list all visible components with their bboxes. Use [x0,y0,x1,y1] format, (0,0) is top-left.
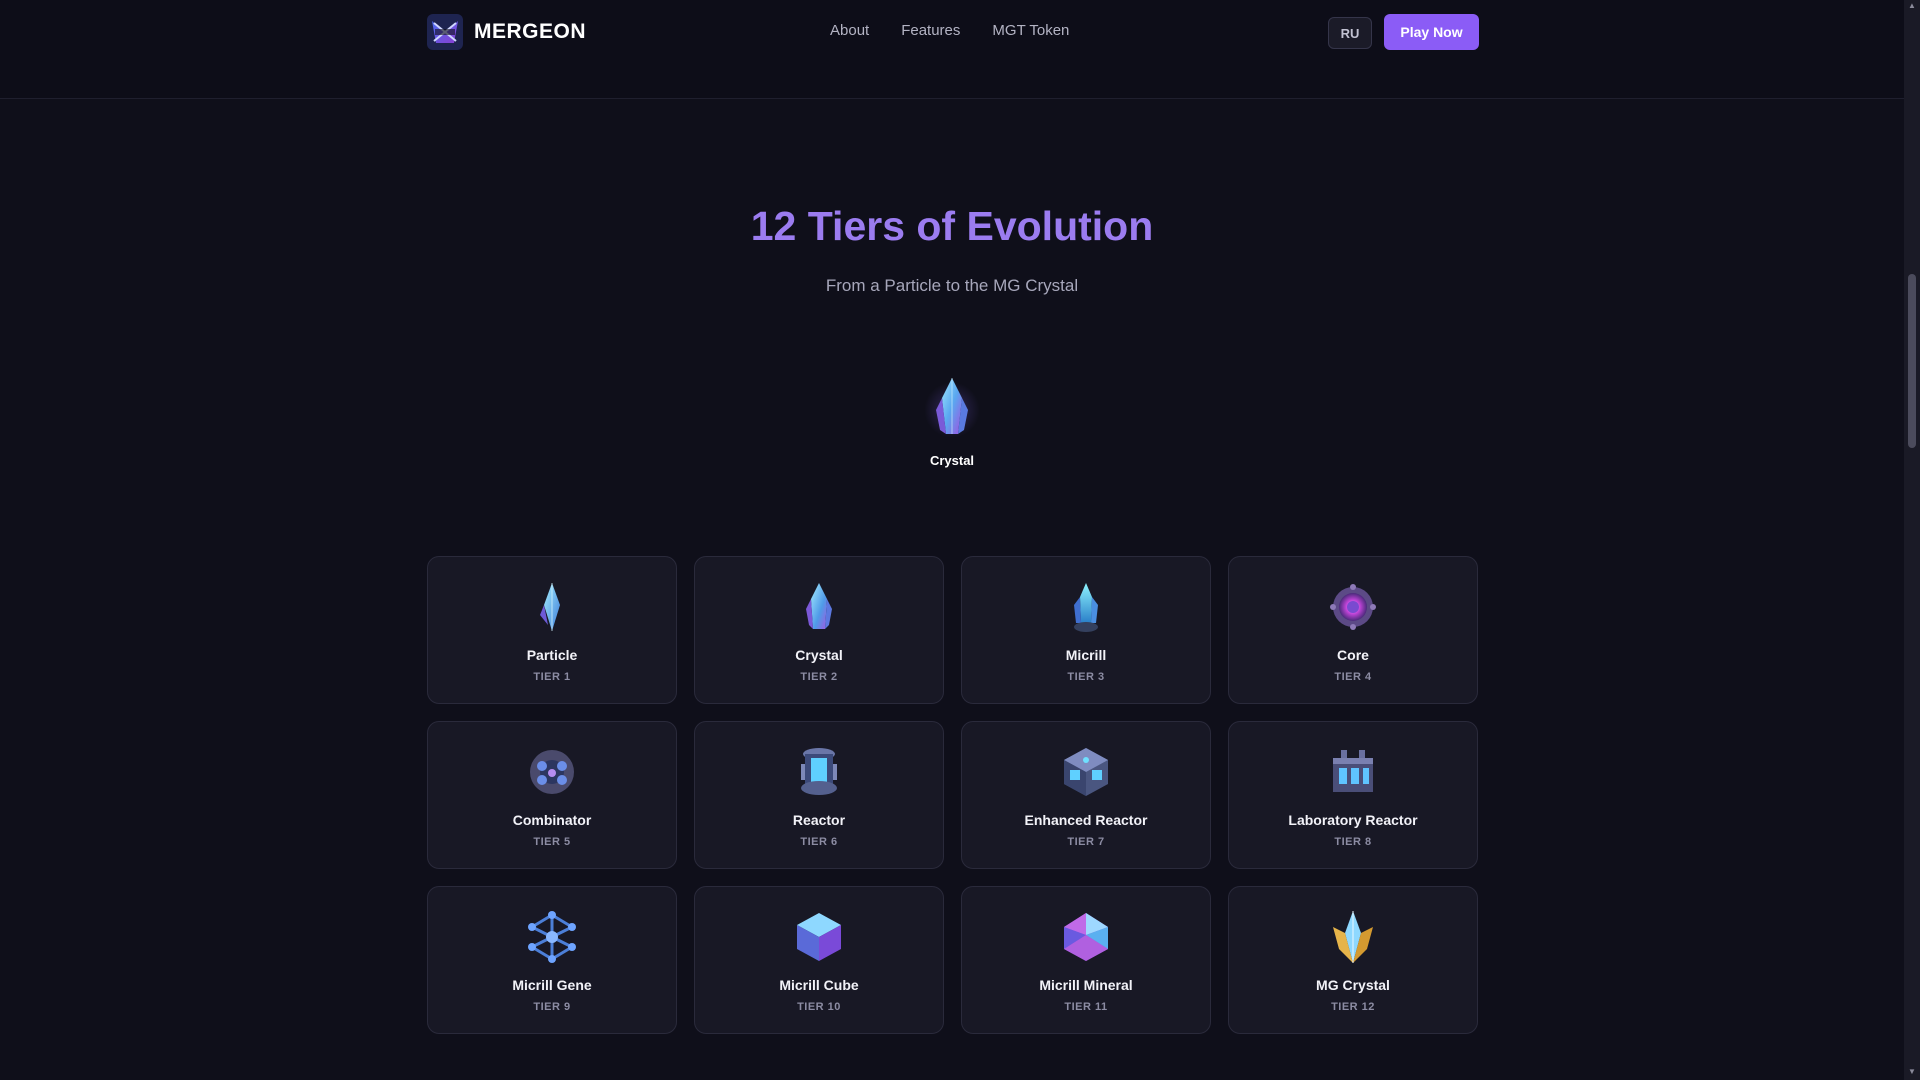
tier-level: TIER 7 [1067,836,1105,848]
tier-name: Micrill Gene [512,977,592,993]
tier-level: TIER 8 [1334,836,1372,848]
core-orb-icon [1325,579,1381,635]
polyhedron-icon [1058,909,1114,965]
language-switch-button[interactable]: RU [1328,17,1372,49]
featured-label: Crystal [929,453,975,468]
tier-card[interactable]: Crystal TIER 2 [694,556,944,704]
page-scrollbar[interactable]: ▲ ▼ [1904,0,1920,1080]
particle-crystal-icon [524,579,580,635]
laboratory-reactor-icon [1325,744,1381,800]
tier-card[interactable]: Enhanced Reactor TIER 7 [961,721,1211,869]
tier-card[interactable]: MG Crystal TIER 12 [1228,886,1478,1034]
tier-level: TIER 5 [533,836,571,848]
tier-name: Enhanced Reactor [1024,812,1148,828]
tier-card[interactable]: Micrill Cube TIER 10 [694,886,944,1034]
brand-logo[interactable]: MERGEON [426,13,586,51]
tier-level: TIER 9 [533,1001,571,1013]
brand-name: MERGEON [474,20,587,43]
nav-link-mgt-token[interactable]: MGT Token [992,22,1069,39]
play-now-button[interactable]: Play Now [1384,14,1479,50]
tier-card[interactable]: Micrill TIER 3 [961,556,1211,704]
tier-name: Combinator [512,812,592,828]
tier-name: Reactor [792,812,846,828]
tier-level: TIER 4 [1334,671,1372,683]
tier-level: TIER 11 [1064,1001,1108,1013]
tier-card[interactable]: Micrill Gene TIER 9 [427,886,677,1034]
tier-level: TIER 3 [1067,671,1105,683]
tier-name: Micrill [1065,647,1107,663]
scrollbar-thumb[interactable] [1908,274,1916,448]
nav-link-features[interactable]: Features [901,22,960,39]
tier-card[interactable]: Combinator TIER 5 [427,721,677,869]
tier-name: Core [1337,647,1369,663]
tier-level: TIER 6 [800,836,838,848]
tier-name: Laboratory Reactor [1288,812,1418,828]
enhanced-reactor-cube-icon [1058,744,1114,800]
molecule-icon [524,909,580,965]
mergeon-logo-icon [426,13,464,51]
tier-name: Particle [526,647,578,663]
section-subtitle: From a Particle to the MG Crystal [825,276,1079,295]
combinator-sphere-icon [524,744,580,800]
tier-level: TIER 1 [533,671,571,683]
main-nav: About Features MGT Token [830,22,1069,39]
cube-icon [791,909,847,965]
tier-card[interactable]: Laboratory Reactor TIER 8 [1228,721,1478,869]
tier-card[interactable]: Reactor TIER 6 [694,721,944,869]
crystal-icon [791,579,847,635]
scroll-up-arrow-icon[interactable]: ▲ [1908,2,1916,10]
top-navbar: MERGEON About Features MGT Token RU Play… [0,0,1904,65]
scroll-down-arrow-icon[interactable]: ▼ [1908,1068,1916,1076]
tier-card[interactable]: Particle TIER 1 [427,556,677,704]
tier-name: Micrill Mineral [1039,977,1133,993]
tier-name: Micrill Cube [779,977,859,993]
tier-name: MG Crystal [1316,977,1390,993]
featured-tier[interactable]: Crystal [902,376,1002,468]
tier-name: Crystal [795,647,843,663]
tier-card[interactable]: Core TIER 4 [1228,556,1478,704]
reactor-cylinder-icon [791,744,847,800]
gold-crystal-icon [1325,909,1381,965]
micrill-crystal-icon [1058,579,1114,635]
tier-card[interactable]: Micrill Mineral TIER 11 [961,886,1211,1034]
section-title: 12 Tiers of Evolution [750,203,1154,249]
tier-level: TIER 12 [1331,1001,1375,1013]
nav-link-about[interactable]: About [830,22,869,39]
tier-level: TIER 2 [800,671,838,683]
tier-level: TIER 10 [797,1001,841,1013]
tiers-grid: Particle TIER 1 Crystal TIER 2 Micrill T… [427,556,1479,1034]
crystal-icon [936,378,968,434]
header-band [0,64,1904,99]
